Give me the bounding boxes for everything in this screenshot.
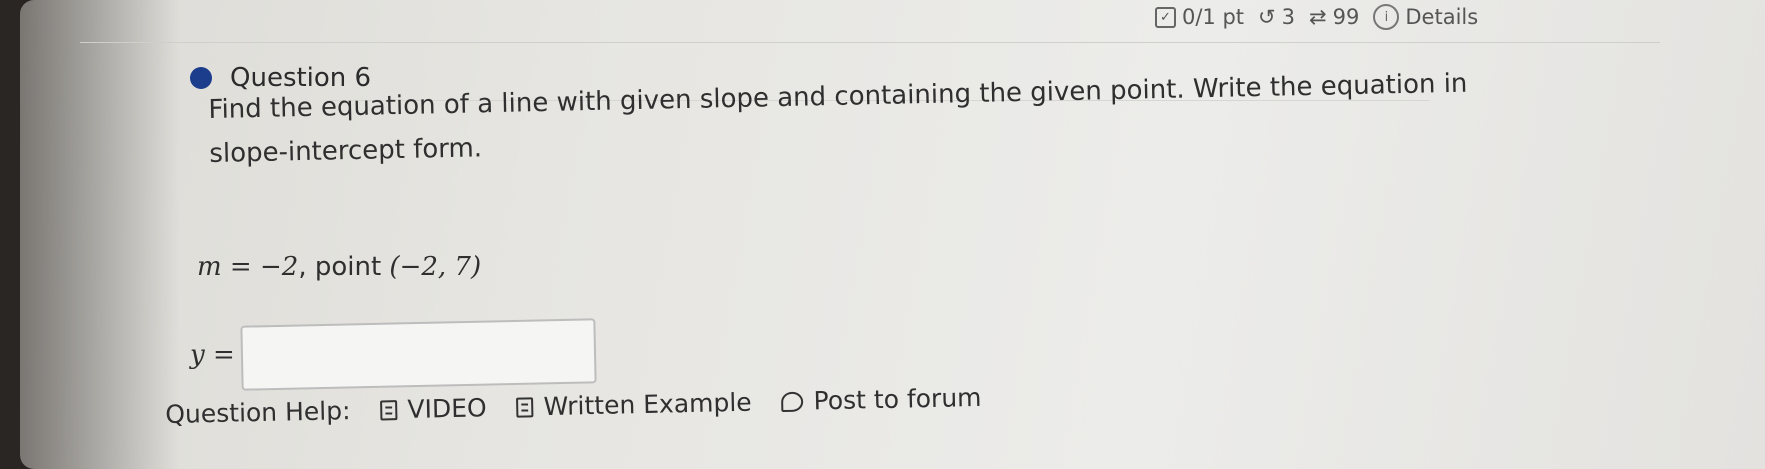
submissions-indicator: ⇄ 99 bbox=[1309, 5, 1359, 29]
retries-count: 3 bbox=[1281, 5, 1296, 29]
score-text: 0/1 pt bbox=[1182, 5, 1245, 29]
question-status-dot bbox=[190, 67, 212, 89]
video-label: VIDEO bbox=[407, 393, 487, 424]
details-label: Details bbox=[1405, 5, 1479, 29]
point-label: , point bbox=[298, 252, 382, 282]
status-bar: ✓ 0/1 pt ↺ 3 ⇄ 99 i Details bbox=[1155, 4, 1478, 30]
info-icon: i bbox=[1373, 4, 1400, 30]
details-button[interactable]: i Details bbox=[1373, 4, 1478, 30]
help-label: Question Help: bbox=[165, 396, 351, 429]
score-indicator: ✓ 0/1 pt bbox=[1155, 5, 1244, 29]
checkbox-icon: ✓ bbox=[1155, 6, 1176, 28]
post-to-forum-link[interactable]: Post to forum bbox=[781, 382, 982, 416]
top-divider bbox=[80, 42, 1660, 43]
retries-indicator: ↺ 3 bbox=[1258, 5, 1295, 29]
answer-label: y = bbox=[190, 339, 235, 370]
answer-row: y = bbox=[190, 318, 597, 391]
slope-value: −2 bbox=[259, 252, 299, 282]
submissions-count: 99 bbox=[1332, 5, 1360, 29]
slope-equals: = bbox=[229, 252, 252, 282]
point-value: (−2, 7) bbox=[389, 252, 482, 282]
retry-icon: ↺ bbox=[1258, 5, 1276, 29]
video-link[interactable]: VIDEO bbox=[380, 393, 487, 424]
written-example-label: Written Example bbox=[543, 387, 752, 422]
written-example-link[interactable]: Written Example bbox=[516, 388, 752, 422]
given-values: m = −2, point (−2, 7) bbox=[197, 252, 481, 282]
answer-input[interactable] bbox=[240, 318, 597, 391]
document-icon bbox=[380, 399, 398, 420]
repeat-icon: ⇄ bbox=[1309, 5, 1327, 29]
slope-variable: m bbox=[197, 252, 222, 282]
post-to-forum-label: Post to forum bbox=[813, 382, 982, 416]
speech-bubble-icon bbox=[781, 391, 804, 412]
document-icon bbox=[516, 396, 534, 418]
